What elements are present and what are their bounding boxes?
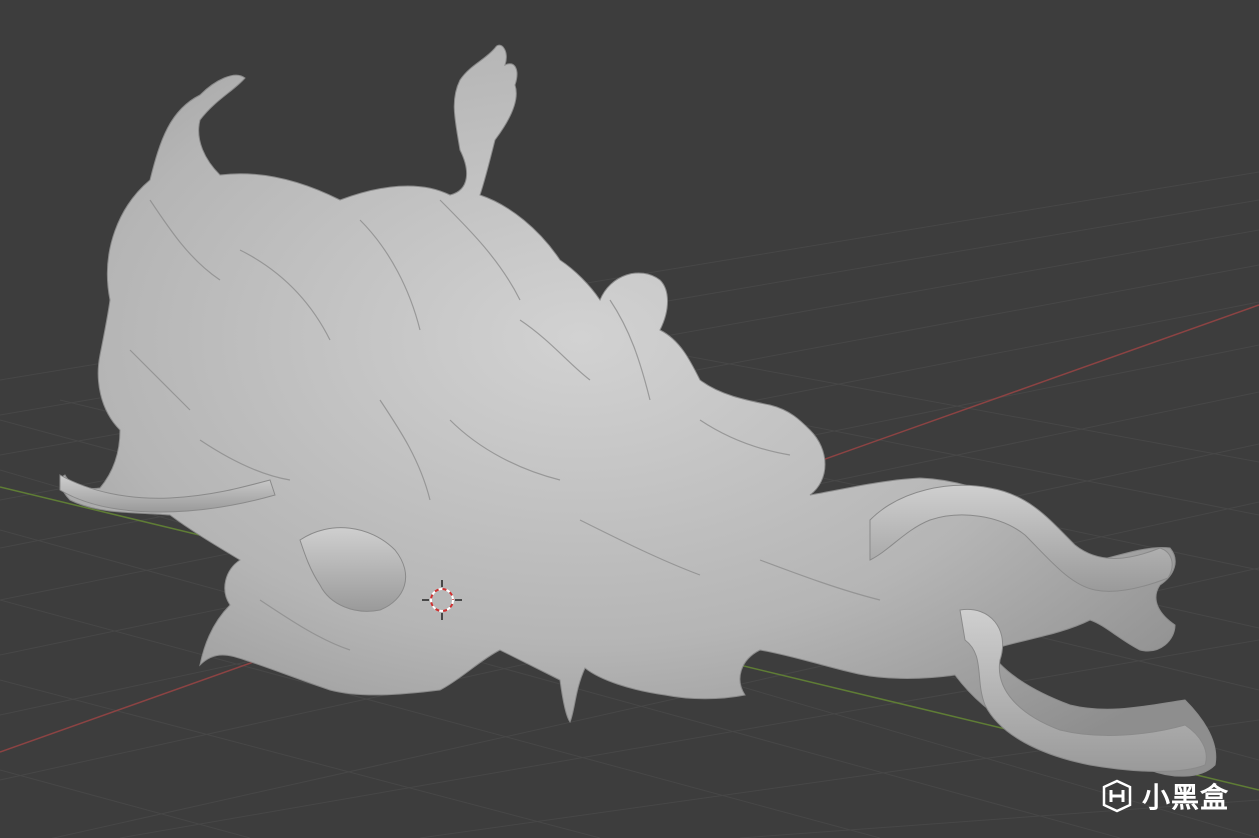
3d-viewport[interactable]: 小黑盒 [0, 0, 1259, 838]
watermark: 小黑盒 [1100, 776, 1229, 816]
sculpture-model[interactable] [60, 44, 1217, 777]
heybox-logo-icon [1102, 779, 1132, 813]
watermark-text: 小黑盒 [1141, 781, 1229, 814]
viewport-scene[interactable] [0, 0, 1259, 838]
